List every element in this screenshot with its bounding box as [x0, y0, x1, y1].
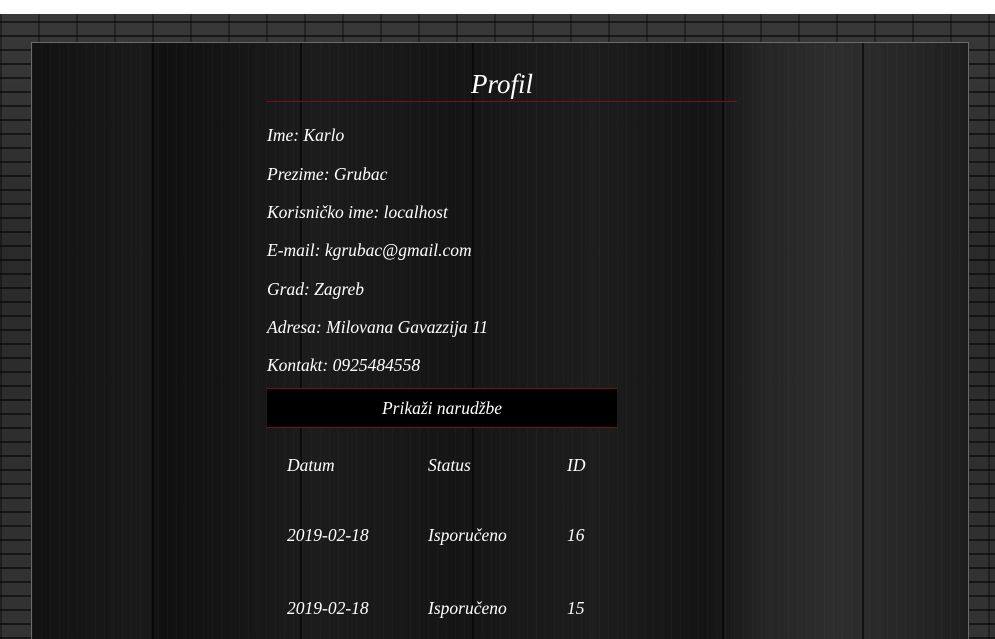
- order-id: 16: [567, 525, 585, 545]
- field-username: Korisničko ime: localhost: [267, 202, 448, 222]
- plank-divider: [152, 43, 154, 639]
- field-contact: Kontakt: 0925484558: [267, 355, 421, 375]
- column-header-date: Datum: [287, 455, 335, 475]
- order-date: 2019-02-18: [287, 525, 369, 545]
- plank-divider: [472, 43, 474, 639]
- column-header-id: ID: [567, 455, 586, 475]
- plank-divider: [722, 43, 724, 639]
- order-date: 2019-02-18: [287, 598, 369, 618]
- order-status: Isporučeno: [428, 598, 507, 618]
- show-orders-button[interactable]: Prikaži narudžbe: [267, 388, 617, 428]
- top-bar: [0, 0, 995, 14]
- field-first-name: Ime: Karlo: [267, 125, 345, 145]
- profile-panel: Profil Ime: Karlo Prezime: Grubac Korisn…: [31, 42, 969, 639]
- order-id: 15: [567, 598, 585, 618]
- field-email: E-mail: kgrubac@gmail.com: [267, 240, 472, 260]
- column-header-status: Status: [428, 455, 471, 475]
- field-last-name: Prezime: Grubac: [267, 164, 388, 184]
- page-title: Profil: [470, 69, 533, 99]
- field-address: Adresa: Milovana Gavazzija 11: [267, 317, 489, 337]
- order-status: Isporučeno: [428, 525, 507, 545]
- plank-divider: [862, 43, 864, 639]
- title-divider: [267, 101, 737, 102]
- field-city: Grad: Zagreb: [267, 279, 365, 299]
